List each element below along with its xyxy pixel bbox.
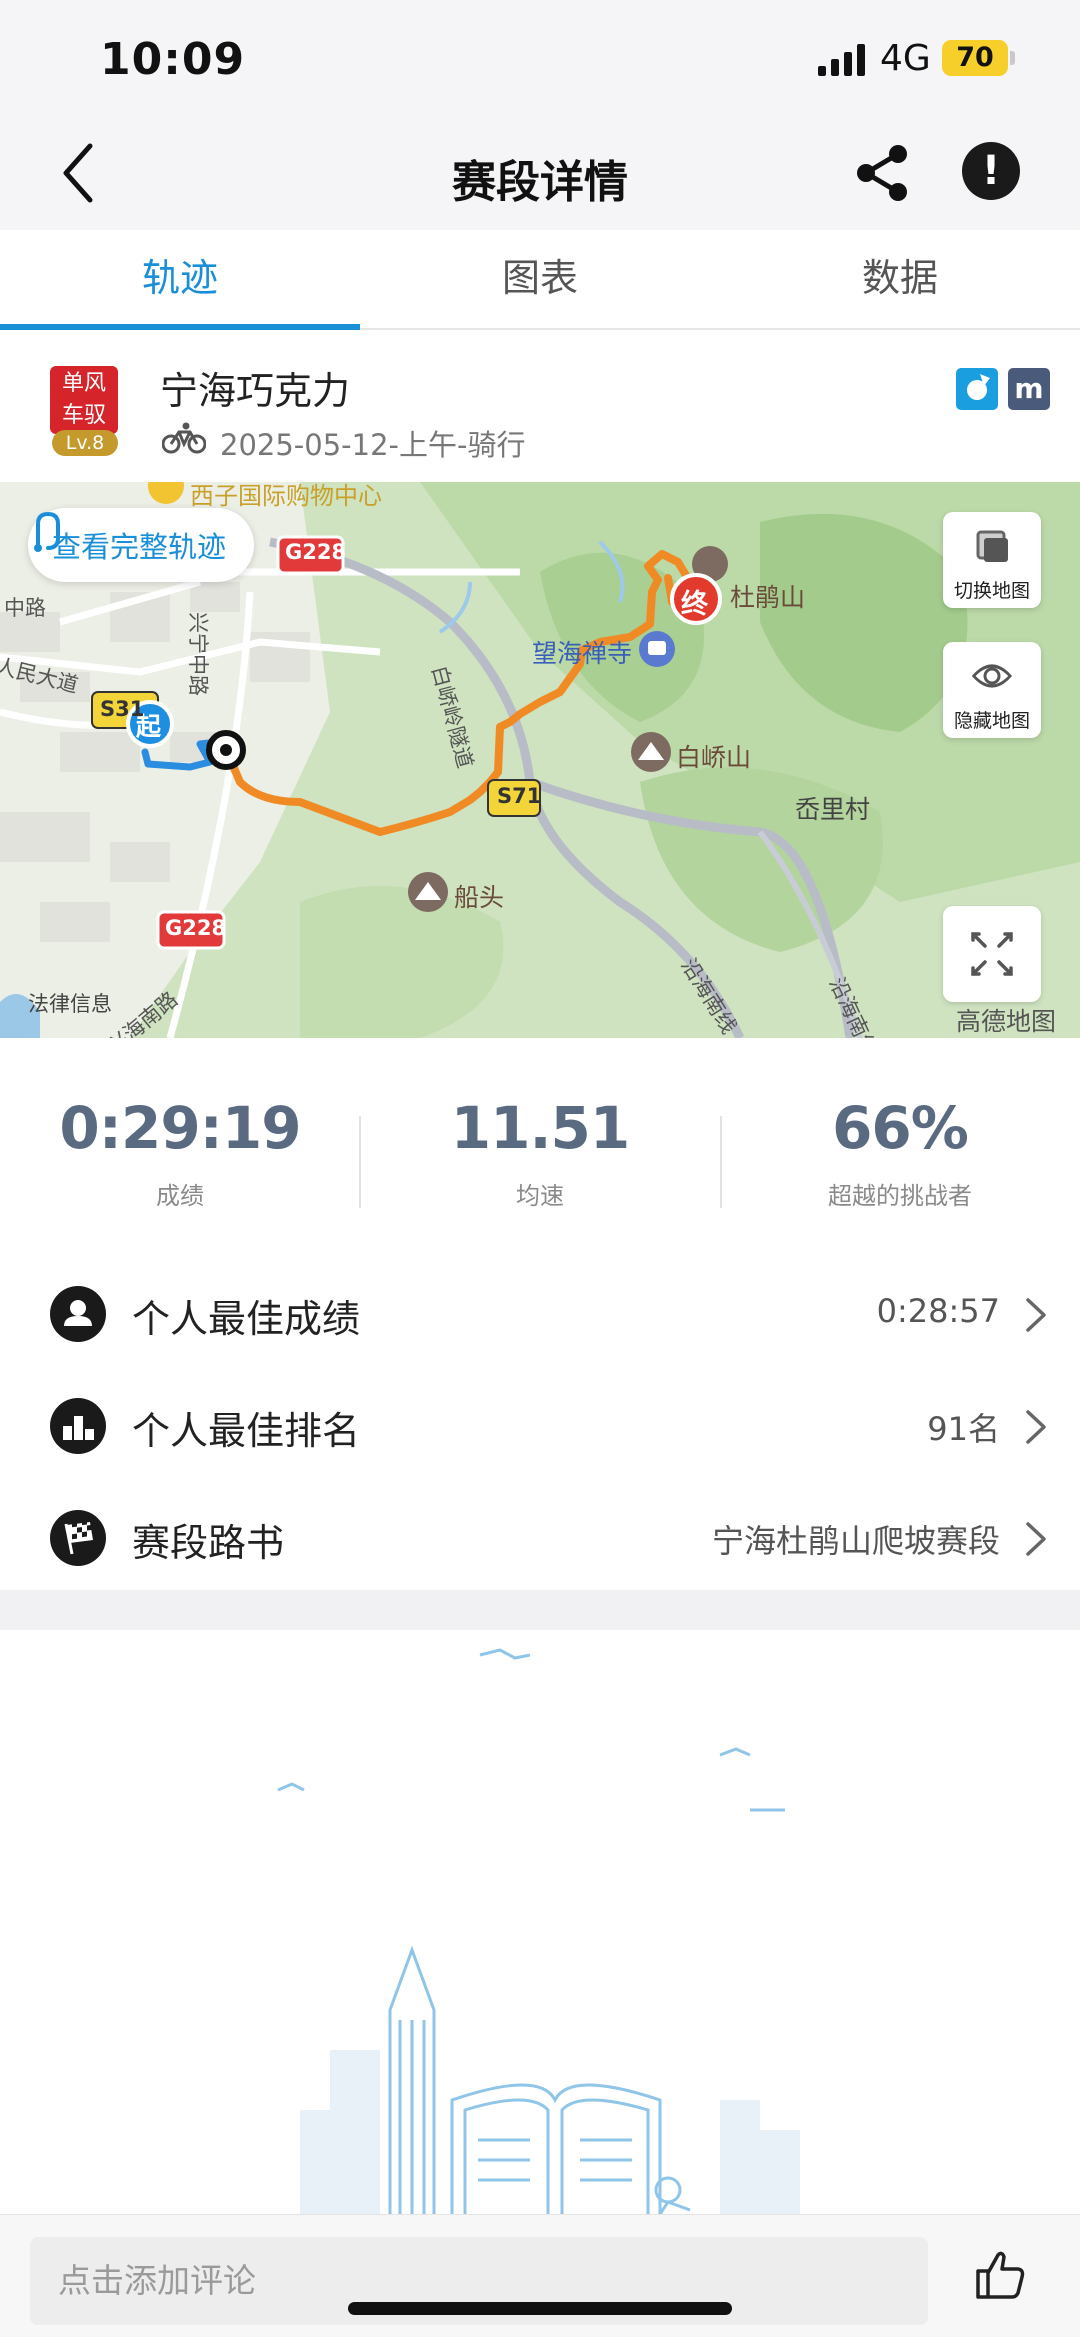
chevron-right-icon [1026, 1522, 1046, 1556]
page-title: 赛段详情 [452, 157, 628, 208]
nav-bar: 赛段详情 ! [0, 118, 1080, 230]
battery-level: 70 [956, 42, 994, 73]
podium-icon [50, 1398, 106, 1454]
stats-panel: 0:29:19 成绩 11.51 均速 66% 超越的挑战者 [0, 1038, 1080, 1238]
status-bar: 10:09 4G 70 [0, 0, 1080, 118]
team-logo[interactable]: 单风车驭 [50, 366, 118, 434]
hide-map-label: 隐藏地图 [953, 710, 1030, 732]
chevron-right-icon [1026, 1410, 1046, 1444]
switch-map-button[interactable]: 切换地图 [943, 512, 1041, 608]
map-label-zhonglu: 中路 [4, 596, 46, 620]
stat-time-label: 成绩 [156, 1182, 204, 1210]
stat-speed-label: 均速 [516, 1182, 564, 1210]
person-icon [50, 1286, 106, 1342]
chevron-right-icon [1026, 1298, 1046, 1332]
comment-bar: 点击添加评论 [0, 2214, 1080, 2337]
fullscreen-map-button[interactable] [943, 906, 1041, 1002]
map-label-mall: 西子国际购物中心 [190, 482, 382, 510]
switch-map-label: 切换地图 [953, 580, 1030, 602]
map-label-s31: S31 [100, 697, 145, 721]
stat-time: 0:29:19 成绩 [0, 1094, 360, 1211]
team-logo-text: 单风车驭 [61, 371, 106, 428]
tab-data[interactable]: 数据 [720, 230, 1080, 328]
view-full-track-button[interactable]: 查看完整轨迹 [28, 508, 255, 582]
personal-best-time-row[interactable]: 个人最佳成绩 0:28:57 [0, 1258, 1080, 1370]
segment-meta: 2025-05-12-上午-骑行 [220, 428, 526, 462]
map-label-temple: 望海禅寺 [532, 639, 633, 668]
empty-comments-illustration [277, 1648, 800, 2220]
battery-tip [1010, 51, 1015, 65]
map-label-g228-top: G228 [285, 540, 347, 564]
section-divider [0, 1590, 1080, 1630]
map-brand: 高德地图 [956, 1007, 1057, 1036]
hide-map-button[interactable]: 隐藏地图 [943, 642, 1041, 738]
row-label: 个人最佳排名 [132, 1409, 361, 1453]
map-label-chuantou: 船头 [454, 883, 505, 912]
stat-time-value: 0:29:19 [59, 1094, 301, 1162]
network-type: 4G [880, 38, 931, 79]
sync-app-icon[interactable] [956, 368, 998, 410]
map-label-baiqiaoshan: 白峤山 [676, 743, 752, 772]
segment-header: 单风车驭 Lv.8 宁海巧克力 2025-05-12-上午-骑行 m [0, 330, 1080, 482]
expand-icon [971, 932, 1013, 976]
map-label-g228-bottom: G228 [165, 916, 227, 940]
thumbs-up-icon[interactable] [970, 2245, 1028, 2303]
segment-detail-page: 10:09 4G 70 赛段详情 ! 轨迹 图表 数据 单风车驭 Lv.8 宁海… [0, 0, 1080, 2337]
bike-icon [162, 422, 206, 454]
segment-roadbook-row[interactable]: 赛段路书 宁海杜鹃山爬坡赛段 [0, 1482, 1080, 1594]
row-label: 赛段路书 [132, 1521, 285, 1565]
stat-percentile-value: 66% [832, 1094, 969, 1162]
battery-icon: 70 [942, 40, 1008, 76]
map-label-xingning: 兴宁中路 [186, 612, 210, 696]
tab-bar: 轨迹 图表 数据 [0, 230, 1080, 330]
stat-percentile: 66% 超越的挑战者 [720, 1094, 1080, 1211]
report-icon[interactable]: ! [962, 142, 1020, 200]
stat-speed: 11.51 均速 [360, 1094, 720, 1211]
row-value: 91名 [927, 1410, 1000, 1448]
map-end-marker: 终 [681, 589, 708, 620]
tab-track[interactable]: 轨迹 [0, 230, 360, 330]
route-icon [34, 511, 60, 552]
row-label: 个人最佳成绩 [132, 1297, 361, 1341]
checkered-flag-icon [50, 1510, 106, 1566]
m-badge-icon[interactable]: m [1008, 368, 1050, 410]
layers-icon [976, 530, 1008, 562]
row-value: 0:28:57 [876, 1292, 1000, 1330]
stat-speed-value: 11.51 [450, 1094, 630, 1162]
share-icon[interactable] [850, 140, 916, 206]
map-label-dujuanshan: 杜鹃山 [730, 583, 806, 612]
home-indicator [348, 2302, 732, 2315]
personal-best-rank-row[interactable]: 个人最佳排名 91名 [0, 1370, 1080, 1482]
view-full-track-label: 查看完整轨迹 [52, 530, 227, 564]
map-legal-link[interactable]: 法律信息 [28, 988, 112, 1018]
row-value: 宁海杜鹃山爬坡赛段 [711, 1522, 1000, 1560]
segment-owner-name[interactable]: 宁海巧克力 [160, 360, 350, 415]
map-label-xiangli: 岙里村 [795, 795, 871, 824]
signal-icon [818, 44, 865, 76]
stat-percentile-label: 超越的挑战者 [828, 1182, 972, 1210]
map-label-s71: S71 [497, 784, 542, 808]
tab-chart[interactable]: 图表 [360, 230, 720, 328]
map-view[interactable]: 起 终 西子国际购物中心 G228 中路 人民大道 S31 兴宁中路 白峤岭隧道… [0, 482, 1080, 1038]
level-badge: Lv.8 [52, 430, 118, 456]
eye-icon [971, 664, 1013, 688]
status-time: 10:09 [100, 34, 246, 85]
